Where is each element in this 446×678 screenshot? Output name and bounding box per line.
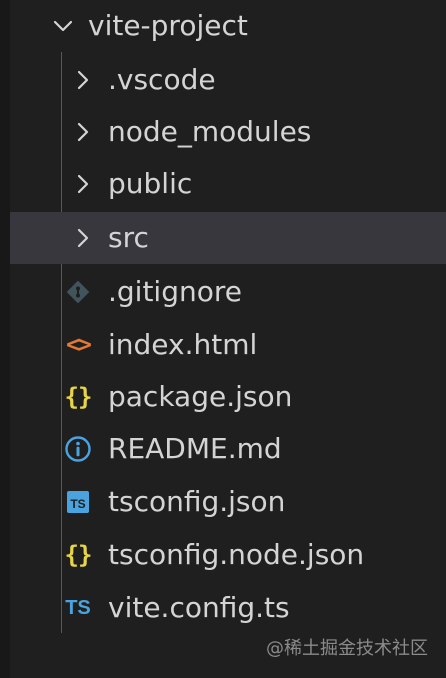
folder-label-vite-project: vite-project — [88, 9, 248, 42]
file-label: README.md — [108, 432, 282, 465]
json-icon-glyph: {} — [64, 383, 93, 411]
svg-text:TS: TS — [70, 497, 85, 511]
file-row-index-html[interactable]: <> index.html — [10, 319, 446, 371]
typescript-icon-glyph: TS — [65, 597, 91, 619]
file-row-readme[interactable]: README.md — [10, 423, 446, 475]
folder-label: src — [108, 221, 149, 254]
typescript-icon: TS — [62, 592, 94, 624]
file-row-tsconfig-node[interactable]: {} tsconfig.node.json — [10, 529, 446, 581]
file-row-gitignore[interactable]: .gitignore — [10, 266, 446, 318]
folder-row-public[interactable]: public — [10, 158, 446, 210]
info-icon — [62, 433, 94, 465]
file-row-package-json[interactable]: {} package.json — [10, 371, 446, 423]
file-row-vite-config[interactable]: TS vite.config.ts — [10, 582, 446, 634]
explorer-left-strip — [0, 0, 10, 678]
chevron-right-icon — [77, 174, 89, 194]
chevron-right-icon — [77, 228, 89, 248]
file-label: .gitignore — [108, 275, 242, 308]
folder-row-vscode[interactable]: .vscode — [10, 54, 446, 106]
folder-row-node-modules[interactable]: node_modules — [10, 106, 446, 158]
json-icon: {} — [62, 381, 94, 413]
file-label: package.json — [108, 380, 293, 413]
watermark: @稀土掘金技术社区 — [266, 638, 428, 659]
chevron-down-icon — [53, 20, 73, 32]
folder-label: node_modules — [108, 115, 312, 148]
html-icon: <> — [62, 329, 94, 361]
tsconfig-icon: TS — [62, 486, 94, 518]
file-label: index.html — [108, 328, 258, 361]
html-icon-glyph: <> — [66, 331, 92, 358]
chevron-right-icon — [77, 122, 89, 142]
git-icon — [62, 276, 94, 308]
file-row-tsconfig[interactable]: TS tsconfig.json — [10, 476, 446, 528]
file-explorer-panel: vite-project .vscode node_modules public… — [0, 0, 446, 678]
chevron-right-icon — [77, 70, 89, 90]
folder-label: .vscode — [108, 63, 216, 96]
folder-label: public — [108, 167, 193, 200]
json-icon: {} — [62, 539, 94, 571]
file-label: vite.config.ts — [108, 591, 290, 624]
file-label: tsconfig.node.json — [108, 538, 365, 571]
folder-row-vite-project[interactable]: vite-project — [10, 0, 446, 52]
json-icon-glyph: {} — [64, 541, 93, 569]
folder-row-src[interactable]: src — [10, 212, 446, 264]
file-label: tsconfig.json — [108, 485, 286, 518]
